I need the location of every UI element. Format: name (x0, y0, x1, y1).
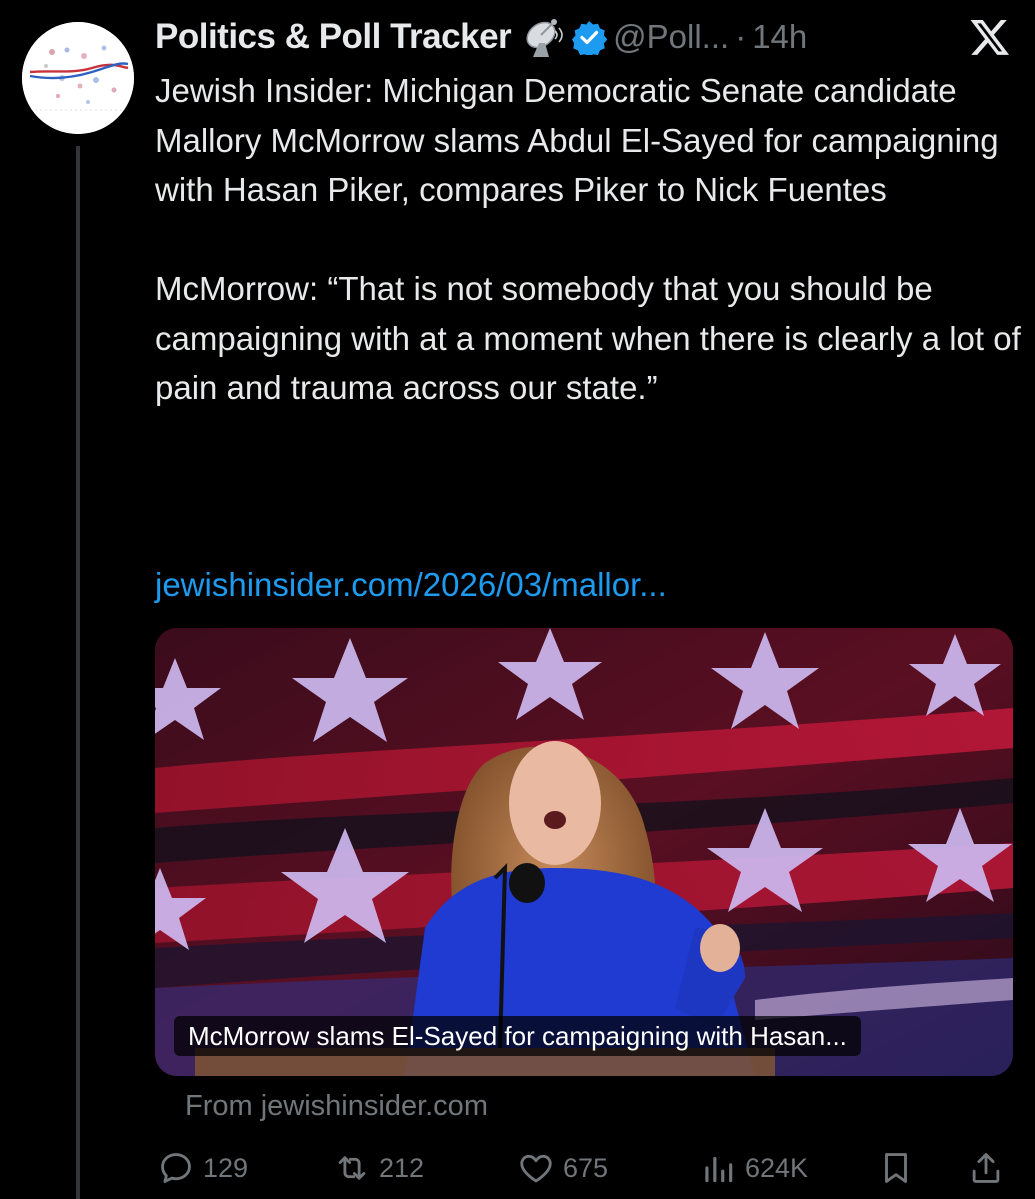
tweet-header: Politics & Poll Tracker @Poll... · 14h (155, 12, 807, 62)
share-button[interactable] (967, 1140, 1013, 1196)
repost-count: 212 (379, 1152, 425, 1183)
bookmark-button[interactable] (877, 1140, 923, 1196)
tweet-text: Jewish Insider: Michigan Democratic Sena… (155, 66, 1025, 413)
link-preview-card[interactable]: McMorrow slams El-Sayed for campaigning … (155, 628, 1013, 1076)
verified-badge-icon[interactable] (571, 19, 608, 58)
account-handle[interactable]: @Poll... (613, 18, 729, 56)
reply-count: 129 (203, 1152, 249, 1183)
card-caption: McMorrow slams El-Sayed for campaigning … (174, 1016, 861, 1056)
avatar[interactable] (22, 22, 134, 134)
like-button[interactable]: 675 (517, 1140, 608, 1196)
account-name[interactable]: Politics & Poll Tracker (155, 17, 512, 57)
reply-icon (161, 1153, 191, 1183)
tweet-paragraph-headline: Jewish Insider: Michigan Democratic Sena… (155, 72, 999, 208)
bookmark-icon (885, 1153, 907, 1183)
article-photo (155, 628, 1013, 1076)
views-count: 624K (745, 1152, 809, 1183)
article-link[interactable]: jewishinsider.com/2026/03/mallor... (155, 562, 667, 608)
separator-dot: · (735, 18, 747, 55)
x-logo-icon (969, 16, 1011, 58)
like-count: 675 (563, 1152, 609, 1183)
poll-chart-avatar-image (22, 22, 134, 134)
heart-icon (520, 1154, 552, 1183)
card-source[interactable]: From jewishinsider.com (185, 1090, 488, 1123)
post-time[interactable]: 14h (752, 18, 807, 56)
views-button[interactable]: 624K (699, 1140, 808, 1196)
thread-connector-line (76, 146, 80, 1199)
repost-button[interactable]: 212 (333, 1140, 424, 1196)
repost-icon (338, 1156, 366, 1180)
satellite-dish-icon (519, 13, 567, 61)
tweet-paragraph-quote: McMorrow: “That is not somebody that you… (155, 270, 1021, 406)
views-chart-icon (705, 1156, 733, 1183)
share-icon (972, 1153, 1000, 1183)
reply-button[interactable]: 129 (157, 1140, 248, 1196)
action-bar: 129 212 675 624K (155, 1140, 1015, 1196)
